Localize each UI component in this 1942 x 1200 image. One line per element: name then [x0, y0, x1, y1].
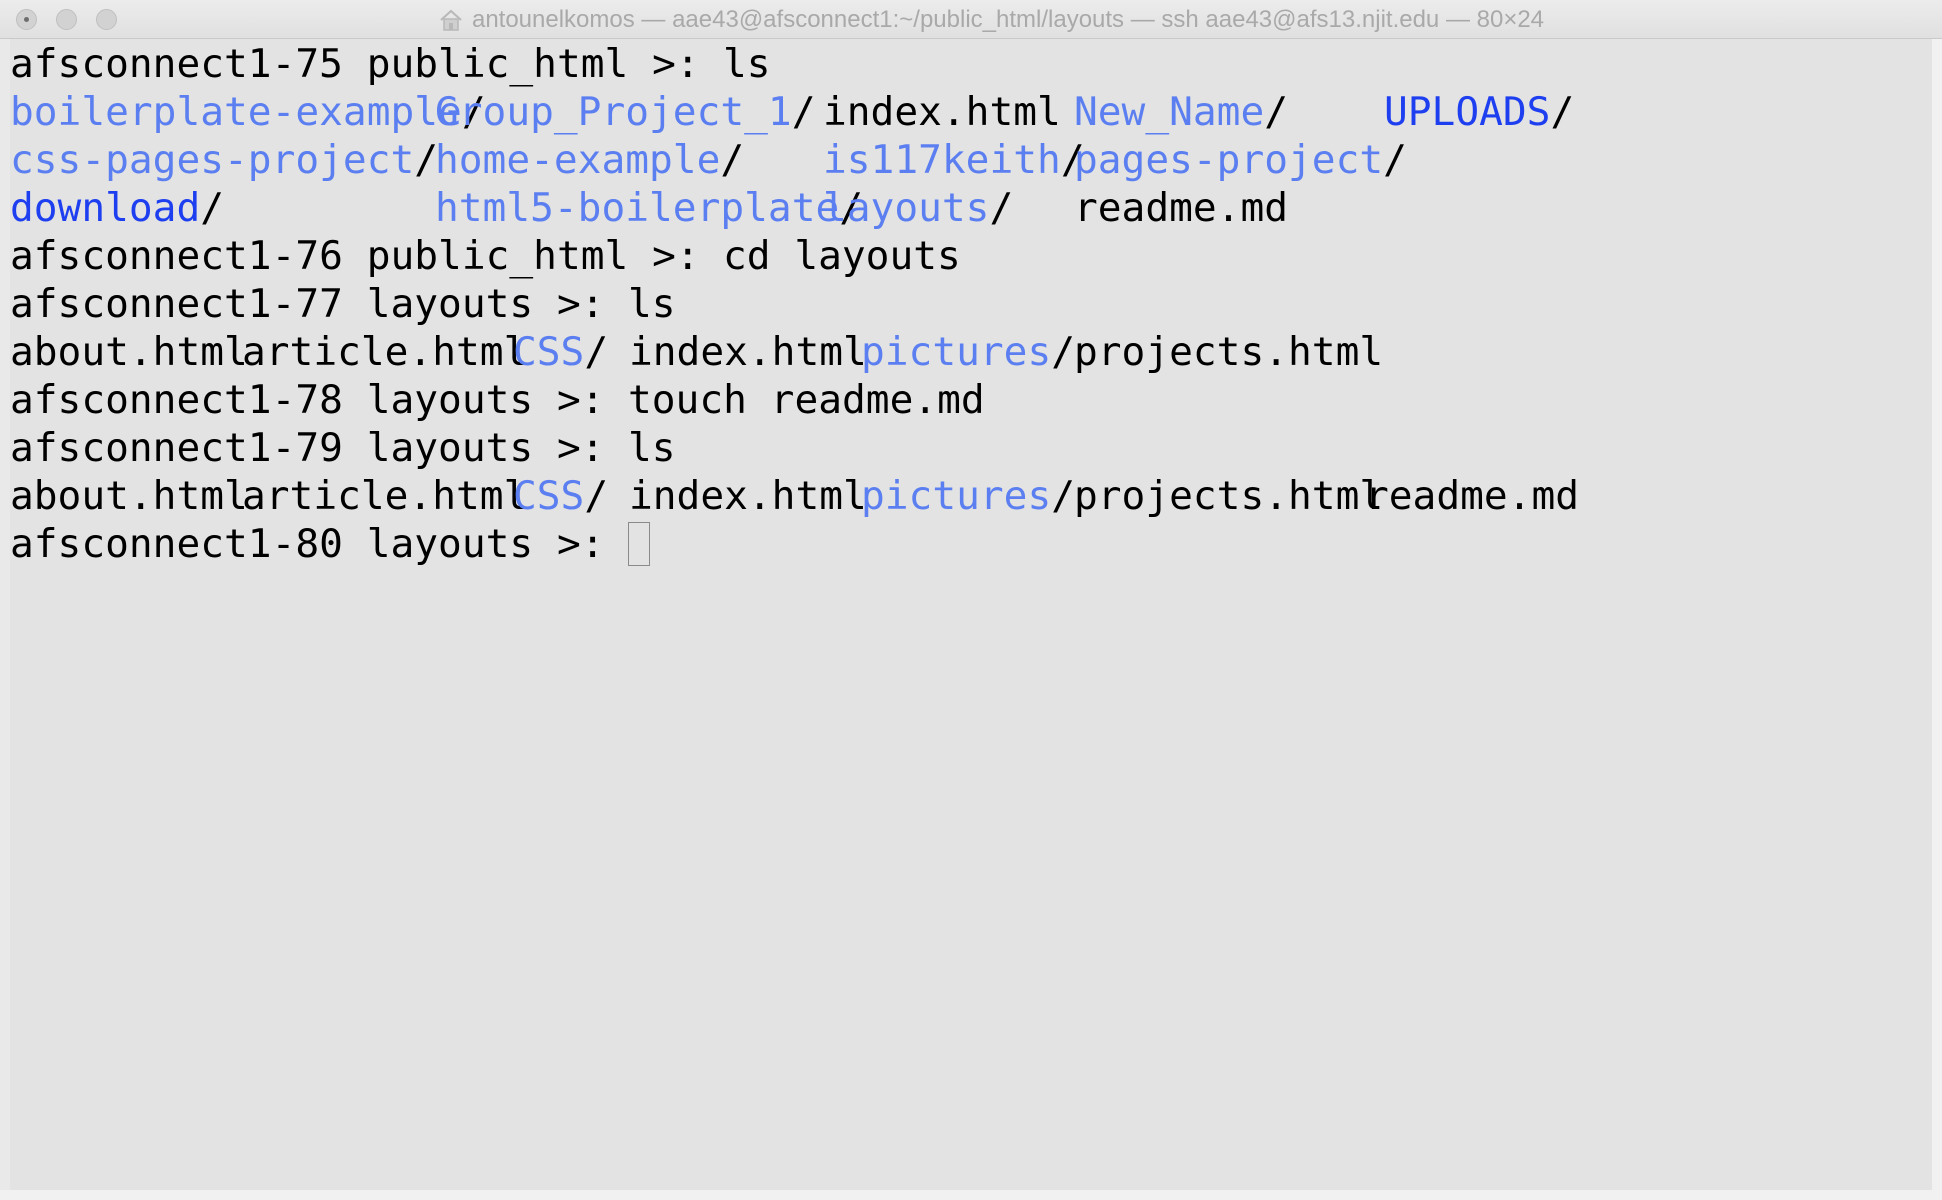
- directory-entry: CSS/: [513, 472, 608, 520]
- file-entry: projects.html: [1074, 328, 1383, 376]
- entry-name: article.html: [242, 473, 528, 519]
- terminal-window: antounelkomos — aae43@afsconnect1:~/publ…: [0, 0, 1942, 1200]
- entry-suffix: /: [1264, 89, 1289, 135]
- prompt-line: afsconnect1-76 public_html >: cd layouts: [10, 232, 1932, 280]
- entry-name: pictures: [861, 329, 1052, 375]
- directory-entry: download/: [10, 184, 224, 232]
- listing-row: about.html article.html CSS/index.html pict…: [10, 472, 1932, 520]
- file-entry: index.html: [629, 472, 867, 520]
- entry-suffix: /: [584, 329, 609, 375]
- file-entry: about.html: [10, 472, 248, 520]
- prompt-line: afsconnect1-79 layouts >: ls: [10, 424, 1932, 472]
- directory-entry: html5-boilerplate/: [435, 184, 863, 232]
- directory-entry: pages-project/: [1074, 136, 1407, 184]
- directory-entry: UPLOADS/: [1384, 88, 1574, 136]
- entry-name: readme.md: [1365, 473, 1580, 519]
- entry-name: New_Name: [1074, 89, 1265, 135]
- entry-name: CSS: [513, 473, 585, 519]
- shell-prompt: afsconnect1-76 public_html >:: [10, 233, 724, 279]
- entry-name: index.html: [823, 89, 1061, 135]
- window-title-group: antounelkomos — aae43@afsconnect1:~/publ…: [0, 0, 1942, 39]
- command-text: cd layouts: [723, 233, 961, 279]
- listing-row: about.html article.html CSS/index.html pict…: [10, 328, 1932, 376]
- entry-suffix: /: [989, 185, 1014, 231]
- directory-entry: Group_Project_1/: [435, 88, 816, 136]
- entry-name: UPLOADS: [1384, 89, 1551, 135]
- entry-name: article.html: [242, 329, 528, 375]
- shell-prompt: afsconnect1-75 public_html >:: [10, 41, 724, 87]
- text-cursor: [628, 522, 650, 566]
- entry-name: projects.html: [1074, 473, 1384, 519]
- entry-suffix: /: [791, 89, 816, 135]
- home-icon: [440, 9, 462, 31]
- entry-suffix: /: [1051, 329, 1076, 375]
- file-entry: index.html: [629, 328, 867, 376]
- directory-entry: css-pages-project/: [10, 136, 438, 184]
- entry-name: boilerplate-example: [10, 89, 462, 135]
- shell-prompt: afsconnect1-77 layouts >:: [10, 281, 629, 327]
- entry-name: projects.html: [1074, 329, 1384, 375]
- file-entry: index.html: [823, 88, 1061, 136]
- terminal-output[interactable]: afsconnect1-75 public_html >: ls boilerpl…: [10, 40, 1932, 1190]
- entry-suffix: /: [1383, 137, 1407, 183]
- prompt-line: afsconnect1-80 layouts >:: [10, 520, 1932, 568]
- entry-name: about.html: [10, 473, 248, 519]
- entry-name: about.html: [10, 329, 248, 375]
- entry-name: is117keith: [823, 137, 1061, 183]
- directory-entry: layouts/: [823, 184, 1013, 232]
- shell-prompt: afsconnect1-80 layouts >:: [10, 521, 629, 567]
- entry-name: html5-boilerplate: [435, 185, 840, 231]
- file-entry: projects.html: [1074, 472, 1383, 520]
- entry-suffix: /: [1051, 473, 1076, 519]
- entry-name: css-pages-project: [10, 137, 415, 183]
- entry-name: pages-project: [1074, 137, 1384, 183]
- command-text: touch readme.md: [628, 377, 985, 423]
- directory-entry: home-example/: [435, 136, 744, 184]
- right-window-edge: [1932, 39, 1942, 1200]
- left-window-edge: [0, 39, 10, 1200]
- directory-entry: New_Name/: [1074, 88, 1288, 136]
- entry-name: pictures: [861, 473, 1052, 519]
- directory-entry: boilerplate-example/: [10, 88, 486, 136]
- file-entry: readme.md: [1365, 472, 1579, 520]
- listing-row: download/html5-boilerplate/layouts/readm…: [10, 184, 1932, 232]
- file-entry: readme.md: [1074, 184, 1288, 232]
- entry-name: layouts: [823, 185, 990, 231]
- file-entry: article.html: [242, 472, 527, 520]
- bottom-window-edge: [0, 1190, 1942, 1200]
- entry-suffix: /: [200, 185, 225, 231]
- listing-row: boilerplate-example/Group_Project_1/inde…: [10, 88, 1932, 136]
- directory-entry: pictures/: [861, 328, 1075, 376]
- file-entry: about.html: [10, 328, 248, 376]
- entry-name: index.html: [629, 329, 867, 375]
- entry-name: index.html: [629, 473, 867, 519]
- file-entry: article.html: [242, 328, 527, 376]
- entry-name: download: [10, 185, 201, 231]
- command-text: ls: [628, 425, 676, 471]
- command-text: ls: [628, 281, 676, 327]
- entry-name: Group_Project_1: [435, 89, 792, 135]
- title-bar[interactable]: antounelkomos — aae43@afsconnect1:~/publ…: [0, 0, 1942, 39]
- entry-name: CSS: [513, 329, 585, 375]
- listing-row: css-pages-project/home-example/is117keit…: [10, 136, 1932, 184]
- entry-suffix: /: [1550, 89, 1575, 135]
- shell-prompt: afsconnect1-78 layouts >:: [10, 377, 629, 423]
- entry-suffix: /: [720, 137, 745, 183]
- prompt-line: afsconnect1-75 public_html >: ls: [10, 40, 1932, 88]
- command-text: ls: [723, 41, 771, 87]
- entry-name: readme.md: [1074, 185, 1289, 231]
- directory-entry: pictures/: [861, 472, 1075, 520]
- entry-suffix: /: [584, 473, 609, 519]
- prompt-line: afsconnect1-78 layouts >: touch readme.m…: [10, 376, 1932, 424]
- window-title: antounelkomos — aae43@afsconnect1:~/publ…: [471, 5, 1545, 33]
- prompt-line: afsconnect1-77 layouts >: ls: [10, 280, 1932, 328]
- shell-prompt: afsconnect1-79 layouts >:: [10, 425, 629, 471]
- directory-entry: CSS/: [513, 328, 608, 376]
- directory-entry: is117keith/: [823, 136, 1085, 184]
- entry-name: home-example: [435, 137, 721, 183]
